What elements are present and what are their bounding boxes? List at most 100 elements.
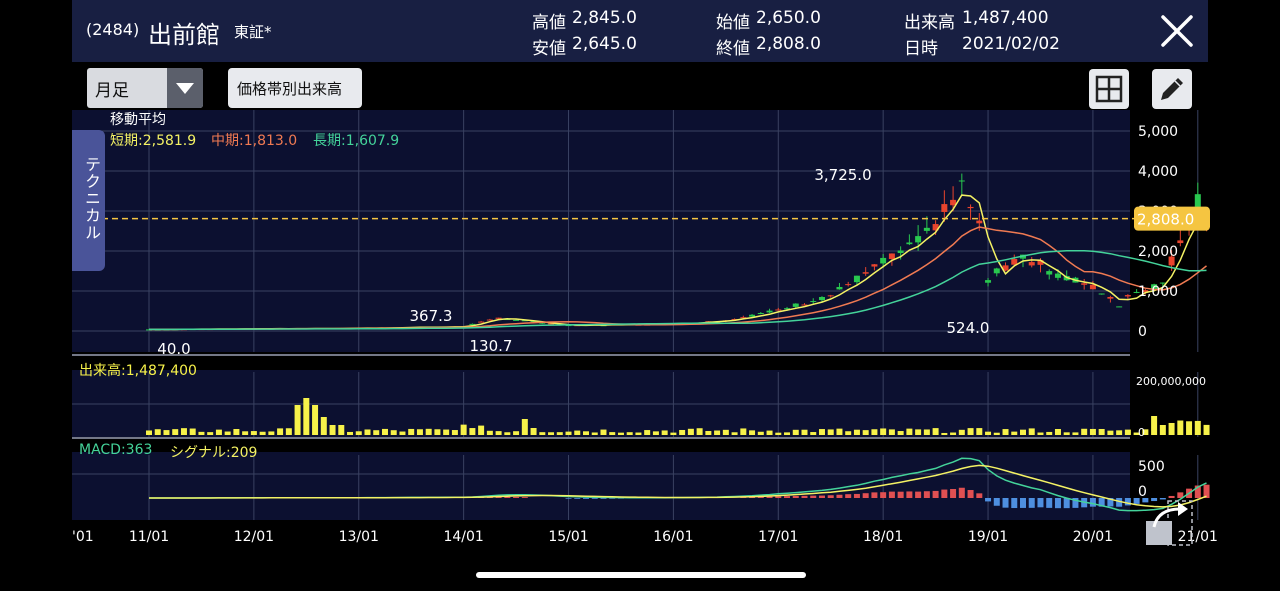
draw-button[interactable] xyxy=(1152,69,1192,109)
volume-bar xyxy=(495,431,502,435)
candle-body xyxy=(486,319,493,321)
macd-histogram-bar xyxy=(836,494,843,498)
volume-bar xyxy=(967,428,974,435)
volume-bar xyxy=(1116,430,1123,435)
volume-bar xyxy=(792,429,799,435)
macd-histogram-bar xyxy=(827,495,834,498)
volume-bar xyxy=(696,428,703,435)
macd-histogram-bar xyxy=(923,491,930,498)
volume-bar xyxy=(242,431,249,435)
chart-screen: (2484) 出前館 東証* 高値 2,845.0 安値 2,645.0 始値 … xyxy=(0,0,1280,591)
volume-bar xyxy=(731,432,738,435)
macd-histogram-bar xyxy=(1054,498,1061,509)
candle-body xyxy=(941,204,948,212)
macd-histogram-bar xyxy=(950,489,957,498)
volume-bar xyxy=(1107,430,1114,435)
volume-bar xyxy=(303,398,310,435)
volume-bar xyxy=(818,429,825,435)
candle-body xyxy=(967,206,974,209)
volume-bar xyxy=(827,429,834,435)
volume-bar xyxy=(906,428,913,435)
volume-bar xyxy=(661,430,668,435)
candle-body xyxy=(950,199,957,206)
volume-bar xyxy=(443,429,450,435)
candle-body xyxy=(1107,296,1114,299)
volume-bar xyxy=(233,429,240,435)
volume-bar xyxy=(1028,428,1035,435)
volume-bar xyxy=(565,431,572,435)
macd-histogram-bar xyxy=(1203,484,1210,498)
ma-long-label: 長期:1,607.9 xyxy=(313,133,400,149)
candle-body xyxy=(1054,273,1061,278)
macd-histogram-bar xyxy=(565,498,572,499)
x-tick-label: 16/01 xyxy=(653,529,693,545)
x-tick-label: 17/01 xyxy=(758,529,798,545)
volume-bar xyxy=(810,432,817,435)
volume-bar xyxy=(600,429,607,435)
volume-bar xyxy=(993,432,1000,435)
x-tick-label: 15/01 xyxy=(548,529,588,545)
volume-bar xyxy=(556,432,563,435)
macd-histogram-bar xyxy=(862,493,869,498)
dropdown-arrow-icon[interactable] xyxy=(167,68,203,108)
volume-bar xyxy=(1177,420,1184,435)
y-tick-label: 0 xyxy=(1138,324,1147,340)
volume-bar xyxy=(1054,429,1061,435)
volume-bar xyxy=(399,431,406,435)
candle-body xyxy=(1011,259,1018,265)
volume-legend: 出来高:1,487,400 xyxy=(79,363,197,379)
candle-body xyxy=(1124,295,1131,297)
technical-tab[interactable]: テクニカル xyxy=(72,130,105,271)
volume-bar xyxy=(670,432,677,435)
candle-body xyxy=(827,295,834,297)
macd-histogram-bar xyxy=(906,491,913,498)
macd-histogram-bar xyxy=(932,490,939,498)
macd-histogram-bar xyxy=(941,489,948,498)
candle-body xyxy=(1046,271,1053,275)
volume-by-price-button[interactable]: 価格帯別出来高 xyxy=(228,68,362,108)
volume-bar xyxy=(714,430,721,435)
volume-bar xyxy=(373,430,380,435)
macd-histogram-bar xyxy=(967,490,974,498)
volume-bar xyxy=(1203,424,1210,435)
volume-bar xyxy=(915,429,922,435)
macd-histogram-bar xyxy=(784,496,791,498)
volume-bar xyxy=(320,417,327,435)
share-icon[interactable] xyxy=(1144,497,1196,549)
price-annotation: 130.7 xyxy=(470,337,513,355)
ma-short-label: 短期:2,581.9 xyxy=(110,133,197,149)
volume-bar xyxy=(1124,429,1131,435)
candle-body xyxy=(757,313,764,315)
volume-bar xyxy=(1002,429,1009,435)
volume-bar xyxy=(180,428,187,435)
x-tick-label: 20/01 xyxy=(1073,529,1113,545)
y-tick-label: 4,000 xyxy=(1138,164,1178,180)
x-tick-label: '01 xyxy=(72,529,94,545)
candle-body xyxy=(880,257,887,264)
x-tick-label: 19/01 xyxy=(968,529,1008,545)
volume-bar xyxy=(1046,431,1053,435)
period-select[interactable]: 月足 xyxy=(87,68,203,108)
volume-bar xyxy=(189,428,196,435)
macd-histogram-bar xyxy=(775,496,782,498)
volume-bar xyxy=(268,431,275,435)
candle-body xyxy=(871,264,878,267)
grid-layout-button[interactable] xyxy=(1089,69,1129,109)
volume-bar xyxy=(985,431,992,435)
macd-histogram-bar xyxy=(897,491,904,498)
volume-bar xyxy=(338,425,345,435)
volume-bar xyxy=(1037,432,1044,435)
candle-body xyxy=(478,321,485,323)
candle-body xyxy=(775,309,782,311)
volume-bar xyxy=(687,428,694,435)
x-tick-label: 11/01 xyxy=(129,529,169,545)
volume-bar xyxy=(705,430,712,435)
volume-bar xyxy=(591,432,598,435)
volume-axis-label: 0 xyxy=(1138,426,1145,439)
volume-bar xyxy=(958,429,965,435)
candle-body xyxy=(513,319,520,321)
macd-histogram-bar xyxy=(818,495,825,498)
volume-bar xyxy=(224,431,231,435)
volume-bar xyxy=(154,429,161,435)
candle-body xyxy=(993,268,1000,274)
